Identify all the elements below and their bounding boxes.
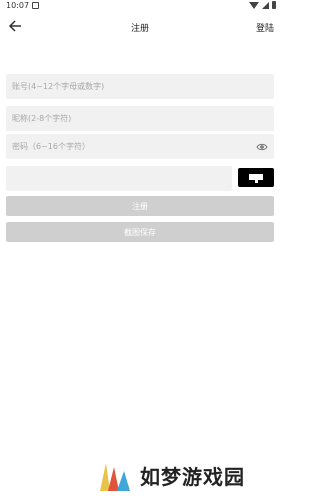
account-input[interactable] (6, 74, 274, 99)
watermark-logo-icon (100, 463, 130, 491)
status-bar: 10:07 (0, 0, 280, 12)
page-title: 注册 (130, 24, 149, 34)
app-bar: 注册 登陆 (0, 12, 280, 40)
register-button[interactable]: 注册 (6, 196, 274, 216)
password-input[interactable] (6, 134, 274, 159)
notification-icon (32, 2, 39, 9)
nickname-field[interactable] (6, 106, 274, 131)
save-screenshot-button[interactable]: 截图保存 (6, 222, 274, 242)
watermark: 如梦游戏园 (94, 455, 274, 495)
captcha-glyph-icon (249, 173, 263, 183)
status-icons (249, 1, 276, 9)
battery-icon (272, 1, 276, 9)
wifi-icon (249, 1, 259, 9)
password-field[interactable] (6, 134, 274, 159)
nickname-input[interactable] (6, 106, 274, 131)
account-field[interactable] (6, 74, 274, 99)
watermark-text: 如梦游戏园 (140, 464, 245, 489)
login-link[interactable]: 登陆 (256, 21, 274, 34)
captcha-field[interactable] (6, 166, 232, 191)
signal-icon (262, 1, 269, 9)
eye-icon[interactable] (256, 141, 268, 153)
captcha-input[interactable] (6, 166, 232, 191)
status-time: 10:07 (6, 1, 30, 10)
captcha-image[interactable] (238, 168, 274, 187)
